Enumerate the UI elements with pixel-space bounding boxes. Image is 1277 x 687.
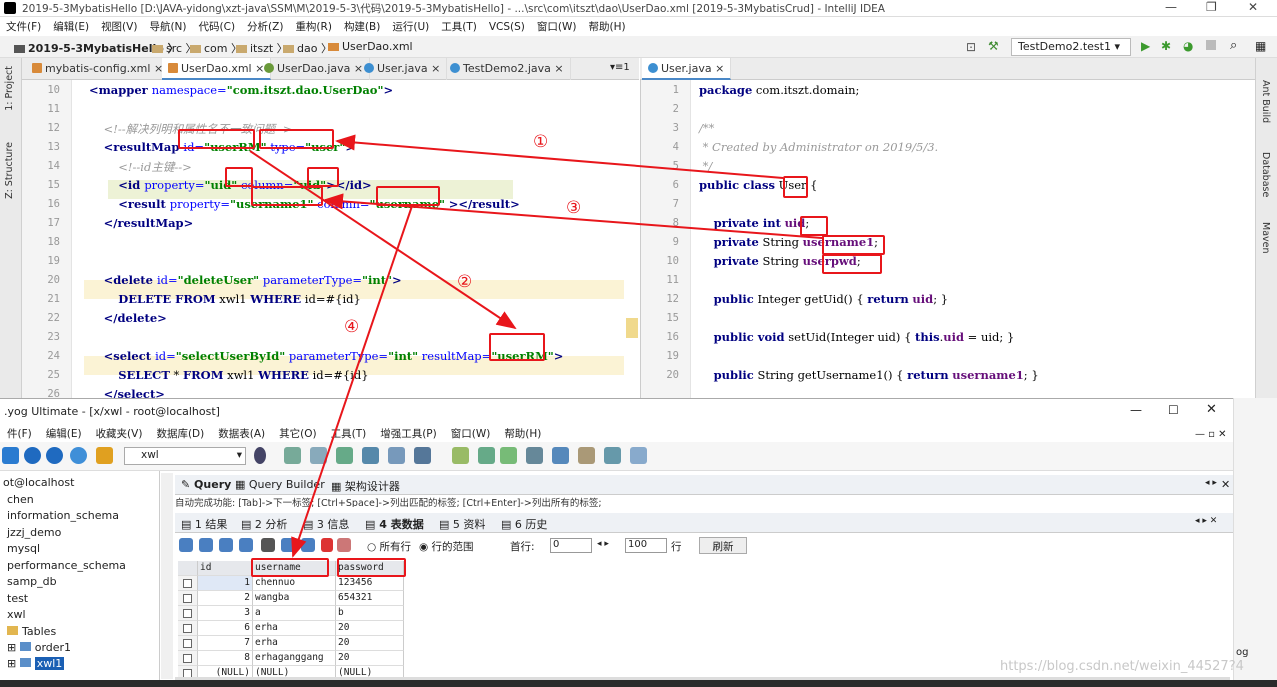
- annotation-3: ③: [566, 198, 582, 218]
- arrow-2: [249, 150, 517, 330]
- arrow-4: [291, 205, 413, 558]
- annotation-4: ④: [344, 317, 360, 337]
- arrow-1: [335, 134, 784, 179]
- annotation-2: ②: [457, 272, 473, 292]
- annotation-1: ①: [533, 132, 549, 152]
- annotation-arrows: [249, 134, 823, 558]
